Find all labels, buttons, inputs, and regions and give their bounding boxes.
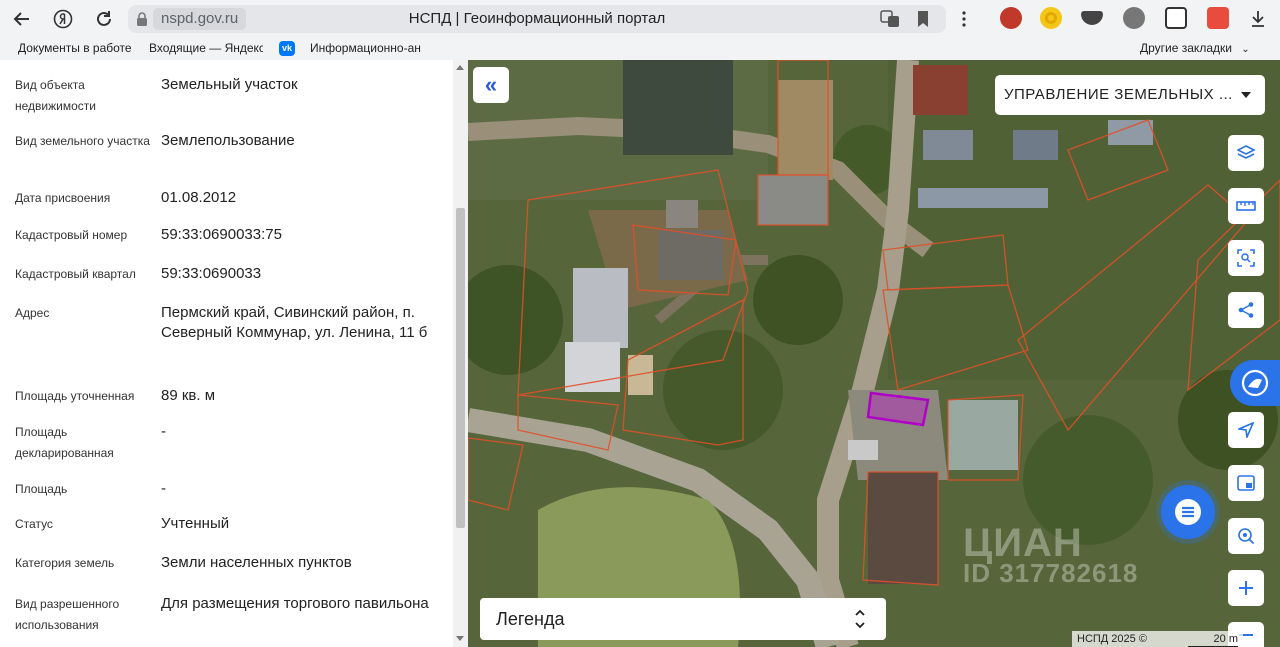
layers-icon	[1237, 145, 1255, 159]
yandex-button[interactable]	[49, 5, 77, 33]
area-search-icon	[1237, 249, 1255, 267]
zoom-in-button[interactable]	[1228, 570, 1264, 606]
frame-icon	[1237, 475, 1255, 491]
info-label: Кадастровый номер	[15, 228, 128, 242]
watermark-id: ID 317782618	[963, 558, 1139, 588]
assistant-button[interactable]	[1230, 360, 1280, 406]
info-value: 01.08.2012	[161, 189, 237, 206]
scroll-thumb[interactable]	[456, 208, 465, 528]
scroll-up-arrow-icon[interactable]	[456, 65, 464, 70]
reload-button[interactable]	[90, 5, 118, 33]
arrow-left-icon	[13, 12, 29, 26]
map-attribution: НСПД 2025 © 20 m	[1072, 631, 1243, 647]
yandex-logo-icon	[53, 9, 73, 29]
info-value: -	[161, 423, 166, 440]
ruler-button[interactable]	[1228, 188, 1264, 224]
info-label: Площадь декларированная	[15, 425, 114, 460]
globe-icon[interactable]	[1123, 7, 1145, 29]
bookmark-item[interactable]: Информационно-ан	[310, 41, 426, 55]
legend-panel[interactable]: Легенда	[480, 598, 886, 640]
caret-down-icon	[1241, 92, 1251, 98]
info-label: Вид разрешенного использования	[15, 597, 120, 632]
bookmark-icon[interactable]	[916, 10, 930, 28]
info-value: Земли населенных пунктов	[161, 554, 352, 571]
info-value: 89 кв. м	[161, 387, 216, 404]
layers-button[interactable]	[1228, 135, 1264, 171]
extension-icon-1[interactable]	[1000, 7, 1022, 29]
ruler-icon	[1236, 201, 1256, 211]
info-label: Адрес	[15, 306, 50, 320]
info-label: Категория земель	[15, 556, 115, 570]
info-label: Площадь уточненная	[15, 389, 135, 403]
info-value: Земельный участок	[161, 76, 298, 93]
legend-label: Легенда	[496, 609, 565, 629]
reload-icon	[97, 11, 111, 26]
navigate-button[interactable]	[1228, 412, 1264, 448]
kebab-menu-icon	[962, 11, 966, 27]
vk-icon: vk	[279, 41, 295, 56]
area-select-button[interactable]	[1228, 240, 1264, 276]
info-value[interactable]: 59:33:0690033:75	[161, 225, 443, 245]
info-label: Кадастровый квартал	[15, 267, 136, 281]
extension-coin-icon[interactable]	[1040, 7, 1062, 29]
info-value: Пермский край, Сивинский район, п. Север…	[161, 304, 428, 341]
object-info-panel: Вид объекта недвижимости Земельный участ…	[0, 60, 468, 647]
downloads-button[interactable]	[1244, 5, 1272, 33]
share-icon	[1238, 302, 1254, 318]
info-value: Учтенный	[161, 515, 230, 532]
print-frame-button[interactable]	[1228, 465, 1264, 501]
assistant-icon	[1241, 369, 1269, 397]
chevron-down-icon: ⌄	[1241, 44, 1250, 55]
layer-select-value: УПРАВЛЕНИЕ ЗЕМЕЛЬНЫХ ...	[1004, 86, 1233, 103]
location-search-icon	[1238, 528, 1255, 545]
bookmarks-bar: Документы в работе Входящие — Яндекс vk …	[0, 38, 1280, 60]
navigation-arrow-icon	[1238, 422, 1254, 438]
info-label: Статус	[15, 517, 53, 531]
browser-toolbar: nspd.gov.ru НСПД | Геоинформационный пор…	[0, 0, 1280, 38]
panel-scrollbar[interactable]	[453, 60, 468, 647]
info-value: Землепользование	[161, 132, 295, 149]
chat-button[interactable]	[1161, 485, 1215, 539]
info-value: -	[161, 480, 166, 497]
scale-bar: 20 m	[1188, 633, 1238, 647]
expand-arrows-icon[interactable]	[854, 608, 866, 630]
geo-search-button[interactable]	[1228, 518, 1264, 554]
attribution-text: НСПД 2025 ©	[1077, 633, 1147, 645]
chat-icon	[1175, 499, 1201, 525]
back-button[interactable]	[8, 5, 36, 33]
bookmark-item[interactable]: Документы в работе	[18, 41, 134, 55]
share-button[interactable]	[1228, 292, 1264, 328]
satellite-imagery[interactable]	[468, 60, 1280, 647]
translate-icon[interactable]	[880, 10, 900, 28]
extension-icon-3[interactable]	[1081, 11, 1103, 25]
layer-select[interactable]: УПРАВЛЕНИЕ ЗЕМЕЛЬНЫХ ...	[995, 75, 1265, 115]
double-chevron-left-icon: «	[484, 72, 498, 97]
info-label: Вид объекта недвижимости	[15, 78, 96, 113]
watermark: ЦИАН ID 317782618	[963, 521, 1139, 588]
info-label: Площадь	[15, 482, 68, 496]
scroll-down-arrow-icon[interactable]	[456, 636, 464, 641]
other-bookmarks[interactable]: Другие закладки ⌄	[1140, 41, 1250, 55]
other-bookmarks-label: Другие закладки	[1140, 41, 1232, 55]
info-label: Дата присвоения	[15, 191, 111, 205]
bookmark-item[interactable]: Входящие — Яндекс	[149, 41, 263, 55]
download-icon	[1252, 11, 1264, 27]
page-title: НСПД | Геоинформационный портал	[408, 10, 666, 27]
info-value[interactable]: 59:33:0690033	[161, 264, 443, 284]
collapse-panel-button[interactable]: «	[473, 67, 509, 103]
menu-button[interactable]	[950, 5, 978, 33]
watermark-brand: ЦИАН	[963, 521, 1083, 565]
extension-icon-5[interactable]	[1165, 7, 1187, 29]
map-view[interactable]: ЦИАН ID 317782618 « УПРАВЛЕНИЕ ЗЕМЕЛЬНЫХ…	[468, 60, 1280, 647]
address-bar[interactable]: nspd.gov.ru НСПД | Геоинформационный пор…	[128, 5, 946, 33]
extension-icon-6[interactable]	[1207, 7, 1229, 29]
info-label: Вид земельного участка	[15, 134, 150, 148]
info-value: Для размещения торгового павильона	[161, 595, 429, 612]
plus-icon	[1239, 581, 1253, 595]
